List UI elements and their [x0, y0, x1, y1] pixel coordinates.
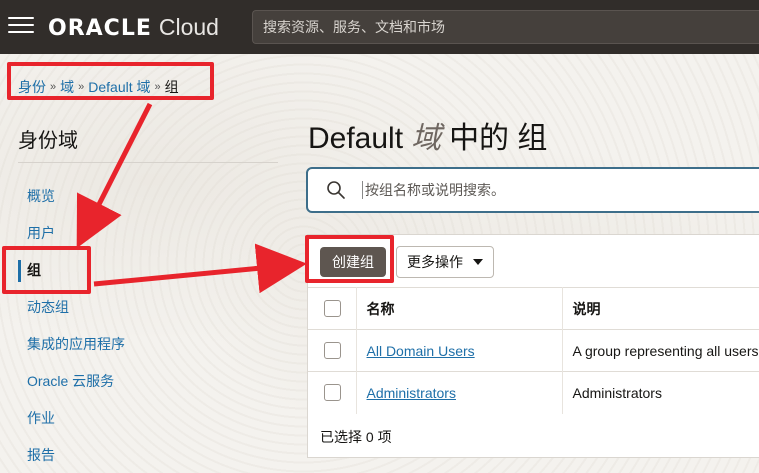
group-search-box	[306, 167, 759, 213]
chevron-down-icon	[473, 259, 483, 265]
logo-cloud-text: Cloud	[158, 14, 219, 40]
sidebar-item-oracle-cloud-services[interactable]: Oracle 云服务	[18, 363, 278, 400]
more-actions-button[interactable]: 更多操作	[396, 246, 494, 278]
page-title-domain: 域	[411, 121, 442, 156]
row-description-cell: A group representing all users	[562, 329, 759, 372]
groups-table: 名称 说明 All Domain Users A group represent…	[308, 287, 759, 414]
select-all-checkbox[interactable]	[324, 300, 341, 317]
breadcrumb-default-domain[interactable]: Default 域	[88, 77, 150, 97]
page-title-suffix: 中的 组	[449, 122, 548, 155]
group-search-input[interactable]	[362, 181, 742, 199]
table-row: Administrators Administrators	[308, 371, 759, 414]
page-title-prefix: Default	[308, 122, 404, 155]
table-row: All Domain Users A group representing al…	[308, 329, 759, 372]
row-name-cell: All Domain Users	[356, 329, 563, 372]
row-checkbox[interactable]	[324, 342, 341, 359]
breadcrumb-groups: 组	[164, 79, 179, 95]
sidebar-item-dynamic-groups[interactable]: 动态组	[18, 289, 278, 326]
sidebar-item-reports[interactable]: 报告	[18, 437, 278, 473]
breadcrumb-domains[interactable]: 域	[60, 77, 74, 97]
selected-count-text: 已选择 0 项	[320, 429, 392, 445]
table-toolbar: 创建组 更多操作	[308, 235, 759, 287]
row-name-cell: Administrators	[356, 371, 563, 414]
groups-table-panel: 创建组 更多操作 名称 说明 All Domain Users A group …	[307, 234, 759, 458]
group-link-all-domain-users[interactable]: All Domain Users	[367, 343, 475, 359]
column-header-description[interactable]: 说明	[562, 287, 759, 330]
breadcrumb-identity[interactable]: 身份	[18, 77, 46, 97]
sidebar-title: 身份域	[18, 130, 78, 152]
row-checkbox[interactable]	[324, 384, 341, 402]
sidebar-divider	[18, 162, 278, 163]
row-select-cell	[308, 329, 357, 372]
logo-oracle-text: ORACLE	[48, 16, 152, 41]
oracle-cloud-logo[interactable]: ORACLE Cloud	[48, 13, 219, 43]
breadcrumb: 身份 » 域 » Default 域 » 组	[18, 77, 179, 97]
sidebar-item-jobs[interactable]: 作业	[18, 400, 278, 437]
search-icon	[327, 181, 345, 199]
hamburger-menu-icon[interactable]	[8, 17, 34, 37]
sidebar-item-groups[interactable]: 组	[18, 252, 278, 289]
sidebar-item-users[interactable]: 用户	[18, 215, 278, 252]
select-all-cell	[308, 287, 357, 330]
row-select-cell	[308, 371, 357, 414]
global-search-input[interactable]: 搜索资源、服务、文档和市场	[252, 10, 759, 44]
sidebar-item-overview[interactable]: 概览	[18, 178, 278, 215]
table-header-row: 名称 说明	[308, 287, 759, 330]
breadcrumb-separator: »	[78, 81, 85, 93]
group-link-administrators[interactable]: Administrators	[367, 385, 456, 401]
more-actions-label: 更多操作	[407, 254, 463, 270]
page-title: Default 域 中的 组	[308, 113, 547, 157]
breadcrumb-separator: »	[154, 81, 161, 93]
create-group-button[interactable]: 创建组	[320, 247, 386, 277]
column-header-name[interactable]: 名称	[356, 287, 563, 330]
top-navigation-bar: ORACLE Cloud 搜索资源、服务、文档和市场	[0, 0, 759, 54]
sidebar-nav: 概览 用户 组 动态组 集成的应用程序 Oracle 云服务 作业 报告	[18, 178, 278, 473]
sidebar-item-integrated-apps[interactable]: 集成的应用程序	[18, 326, 278, 363]
breadcrumb-separator: »	[50, 81, 57, 93]
row-description-cell: Administrators	[562, 371, 759, 414]
